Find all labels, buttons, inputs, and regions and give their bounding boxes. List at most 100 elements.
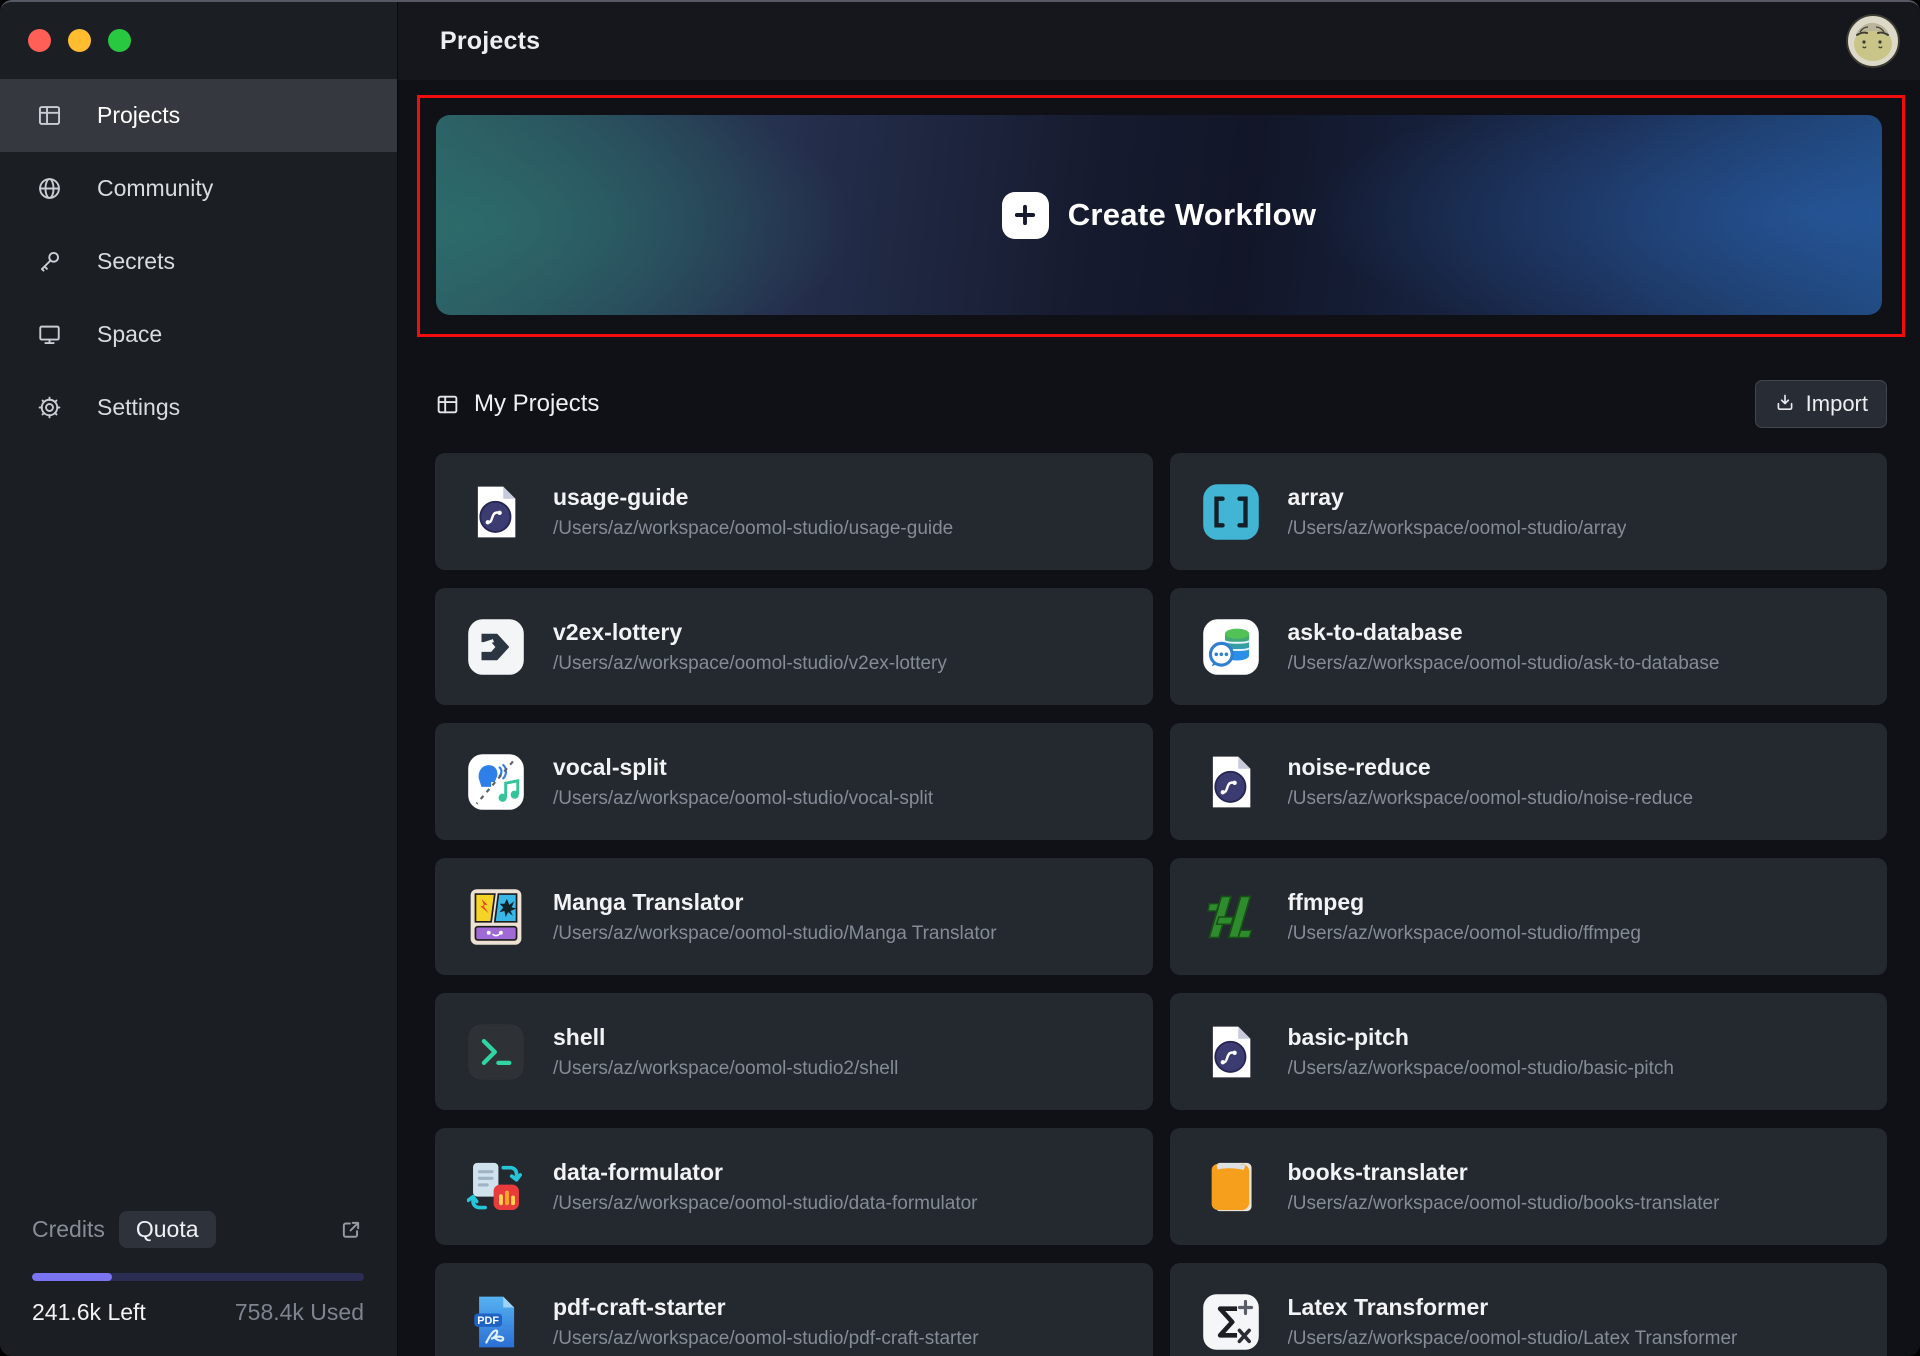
chat-database-icon	[1202, 618, 1260, 676]
project-card-text: pdf-craft-starter/Users/az/workspace/oom…	[553, 1294, 979, 1350]
project-card-text: ffmpeg/Users/az/workspace/oomol-studio/f…	[1288, 889, 1641, 945]
sidebar-item-projects[interactable]: Projects	[0, 79, 397, 152]
project-card-v2ex-lottery[interactable]: v2ex-lottery/Users/az/workspace/oomol-st…	[435, 588, 1153, 705]
sidebar-item-label: Projects	[97, 102, 180, 129]
quota-progress-bar	[32, 1273, 364, 1281]
user-avatar[interactable]	[1846, 14, 1900, 68]
workflow-document-icon	[1202, 1023, 1260, 1081]
project-card-latex-transformer[interactable]: Latex Transformer/Users/az/workspace/oom…	[1170, 1263, 1888, 1356]
project-card-pdf-craft-starter[interactable]: PDF pdf-craft-starter/Users/az/workspace/…	[435, 1263, 1153, 1356]
project-path: /Users/az/workspace/oomol-studio/Manga T…	[553, 923, 997, 945]
project-path: /Users/az/workspace/oomol-studio/v2ex-lo…	[553, 653, 947, 675]
monitor-icon	[36, 321, 63, 348]
sidebar-item-label: Settings	[97, 394, 180, 421]
project-card-ffmpeg[interactable]: ffmpeg/Users/az/workspace/oomol-studio/f…	[1170, 858, 1888, 975]
ffmpeg-zigzag-icon	[1202, 888, 1260, 946]
annotation-highlight-box: Create Workflow	[417, 95, 1905, 337]
project-name: data-formulator	[553, 1159, 978, 1186]
minimize-window-button[interactable]	[68, 29, 91, 52]
orange-book-icon	[1202, 1158, 1260, 1216]
project-name: Latex Transformer	[1288, 1294, 1738, 1321]
project-name: usage-guide	[553, 484, 953, 511]
external-link-icon[interactable]	[338, 1217, 364, 1243]
create-workflow-button[interactable]: Create Workflow	[436, 115, 1882, 315]
projects-grid: usage-guide/Users/az/workspace/oomol-stu…	[435, 453, 1887, 1356]
project-name: v2ex-lottery	[553, 619, 947, 646]
v2ex-arrow-icon	[467, 618, 525, 676]
header: Projects	[398, 2, 1920, 80]
project-path: /Users/az/workspace/oomol-studio2/shell	[553, 1058, 898, 1080]
project-card-shell[interactable]: shell/Users/az/workspace/oomol-studio2/s…	[435, 993, 1153, 1110]
quota-tab[interactable]: Quota	[119, 1211, 216, 1248]
project-name: vocal-split	[553, 754, 933, 781]
download-icon	[1774, 392, 1796, 417]
project-card-text: Manga Translator/Users/az/workspace/oomo…	[553, 889, 997, 945]
project-card-books-translater[interactable]: books-translater/Users/az/workspace/oomo…	[1170, 1128, 1888, 1245]
project-card-data-formulator[interactable]: data-formulator/Users/az/workspace/oomol…	[435, 1128, 1153, 1245]
project-path: /Users/az/workspace/oomol-studio/usage-g…	[553, 518, 953, 540]
project-card-text: books-translater/Users/az/workspace/oomo…	[1288, 1159, 1720, 1215]
sidebar-item-label: Space	[97, 321, 162, 348]
sidebar-item-label: Community	[97, 175, 213, 202]
project-card-ask-to-database[interactable]: ask-to-database/Users/az/workspace/oomol…	[1170, 588, 1888, 705]
project-card-text: array/Users/az/workspace/oomol-studio/ar…	[1288, 484, 1627, 540]
grid-icon	[435, 392, 460, 417]
app-window: Projects Community Secrets Space Settings Cr…	[0, 0, 1920, 1356]
import-button[interactable]: Import	[1755, 380, 1887, 428]
workflow-document-icon	[467, 483, 525, 541]
latex-sigma-icon	[1202, 1293, 1260, 1351]
project-card-text: basic-pitch/Users/az/workspace/oomol-stu…	[1288, 1024, 1675, 1080]
my-projects-header: My Projects Import	[435, 379, 1887, 429]
globe-icon	[36, 175, 63, 202]
project-path: /Users/az/workspace/oomol-studio/ask-to-…	[1288, 653, 1720, 675]
project-name: basic-pitch	[1288, 1024, 1675, 1051]
sidebar-nav: Projects Community Secrets Space Settings	[0, 79, 397, 444]
project-path: /Users/az/workspace/oomol-studio/Latex T…	[1288, 1328, 1738, 1350]
credits-header: Credits Quota	[32, 1211, 364, 1248]
data-transform-icon	[467, 1158, 525, 1216]
credits-panel: Credits Quota 241.6k Left 758.4k Used	[0, 1211, 397, 1356]
sidebar-item-community[interactable]: Community	[0, 152, 397, 225]
project-name: array	[1288, 484, 1627, 511]
project-card-manga-translator[interactable]: Manga Translator/Users/az/workspace/oomo…	[435, 858, 1153, 975]
project-path: /Users/az/workspace/oomol-studio/basic-p…	[1288, 1058, 1675, 1080]
project-card-array[interactable]: array/Users/az/workspace/oomol-studio/ar…	[1170, 453, 1888, 570]
project-card-basic-pitch[interactable]: basic-pitch/Users/az/workspace/oomol-stu…	[1170, 993, 1888, 1110]
project-card-text: shell/Users/az/workspace/oomol-studio2/s…	[553, 1024, 898, 1080]
project-name: books-translater	[1288, 1159, 1720, 1186]
close-window-button[interactable]	[28, 29, 51, 52]
sidebar-item-label: Secrets	[97, 248, 175, 275]
project-card-text: ask-to-database/Users/az/workspace/oomol…	[1288, 619, 1720, 675]
sidebar-item-space[interactable]: Space	[0, 298, 397, 371]
create-workflow-label: Create Workflow	[1068, 197, 1317, 233]
sidebar-item-secrets[interactable]: Secrets	[0, 225, 397, 298]
my-projects-title: My Projects	[474, 390, 599, 418]
project-name: ffmpeg	[1288, 889, 1641, 916]
project-name: Manga Translator	[553, 889, 997, 916]
project-name: shell	[553, 1024, 898, 1051]
svg-text:PDF: PDF	[477, 1314, 499, 1326]
project-path: /Users/az/workspace/oomol-studio/books-t…	[1288, 1193, 1720, 1215]
sidebar-item-settings[interactable]: Settings	[0, 371, 397, 444]
project-path: /Users/az/workspace/oomol-studio/vocal-s…	[553, 788, 933, 810]
import-label: Import	[1806, 391, 1868, 417]
project-path: /Users/az/workspace/oomol-studio/ffmpeg	[1288, 923, 1641, 945]
vocal-split-icon	[467, 753, 525, 811]
fullscreen-window-button[interactable]	[108, 29, 131, 52]
credits-tab[interactable]: Credits	[32, 1216, 105, 1243]
project-name: noise-reduce	[1288, 754, 1694, 781]
brackets-icon	[1202, 483, 1260, 541]
grid-icon	[36, 102, 63, 129]
project-card-usage-guide[interactable]: usage-guide/Users/az/workspace/oomol-stu…	[435, 453, 1153, 570]
credits-numbers: 241.6k Left 758.4k Used	[32, 1299, 364, 1326]
credits-used-value: 758.4k Used	[235, 1299, 364, 1326]
window-controls	[0, 2, 397, 79]
gear-icon	[36, 394, 63, 421]
project-card-text: data-formulator/Users/az/workspace/oomol…	[553, 1159, 978, 1215]
terminal-icon	[467, 1023, 525, 1081]
pdf-document-icon: PDF	[467, 1293, 525, 1351]
project-card-vocal-split[interactable]: vocal-split/Users/az/workspace/oomol-stu…	[435, 723, 1153, 840]
sidebar: Projects Community Secrets Space Settings Cr…	[0, 2, 398, 1356]
project-name: ask-to-database	[1288, 619, 1720, 646]
project-card-noise-reduce[interactable]: noise-reduce/Users/az/workspace/oomol-st…	[1170, 723, 1888, 840]
